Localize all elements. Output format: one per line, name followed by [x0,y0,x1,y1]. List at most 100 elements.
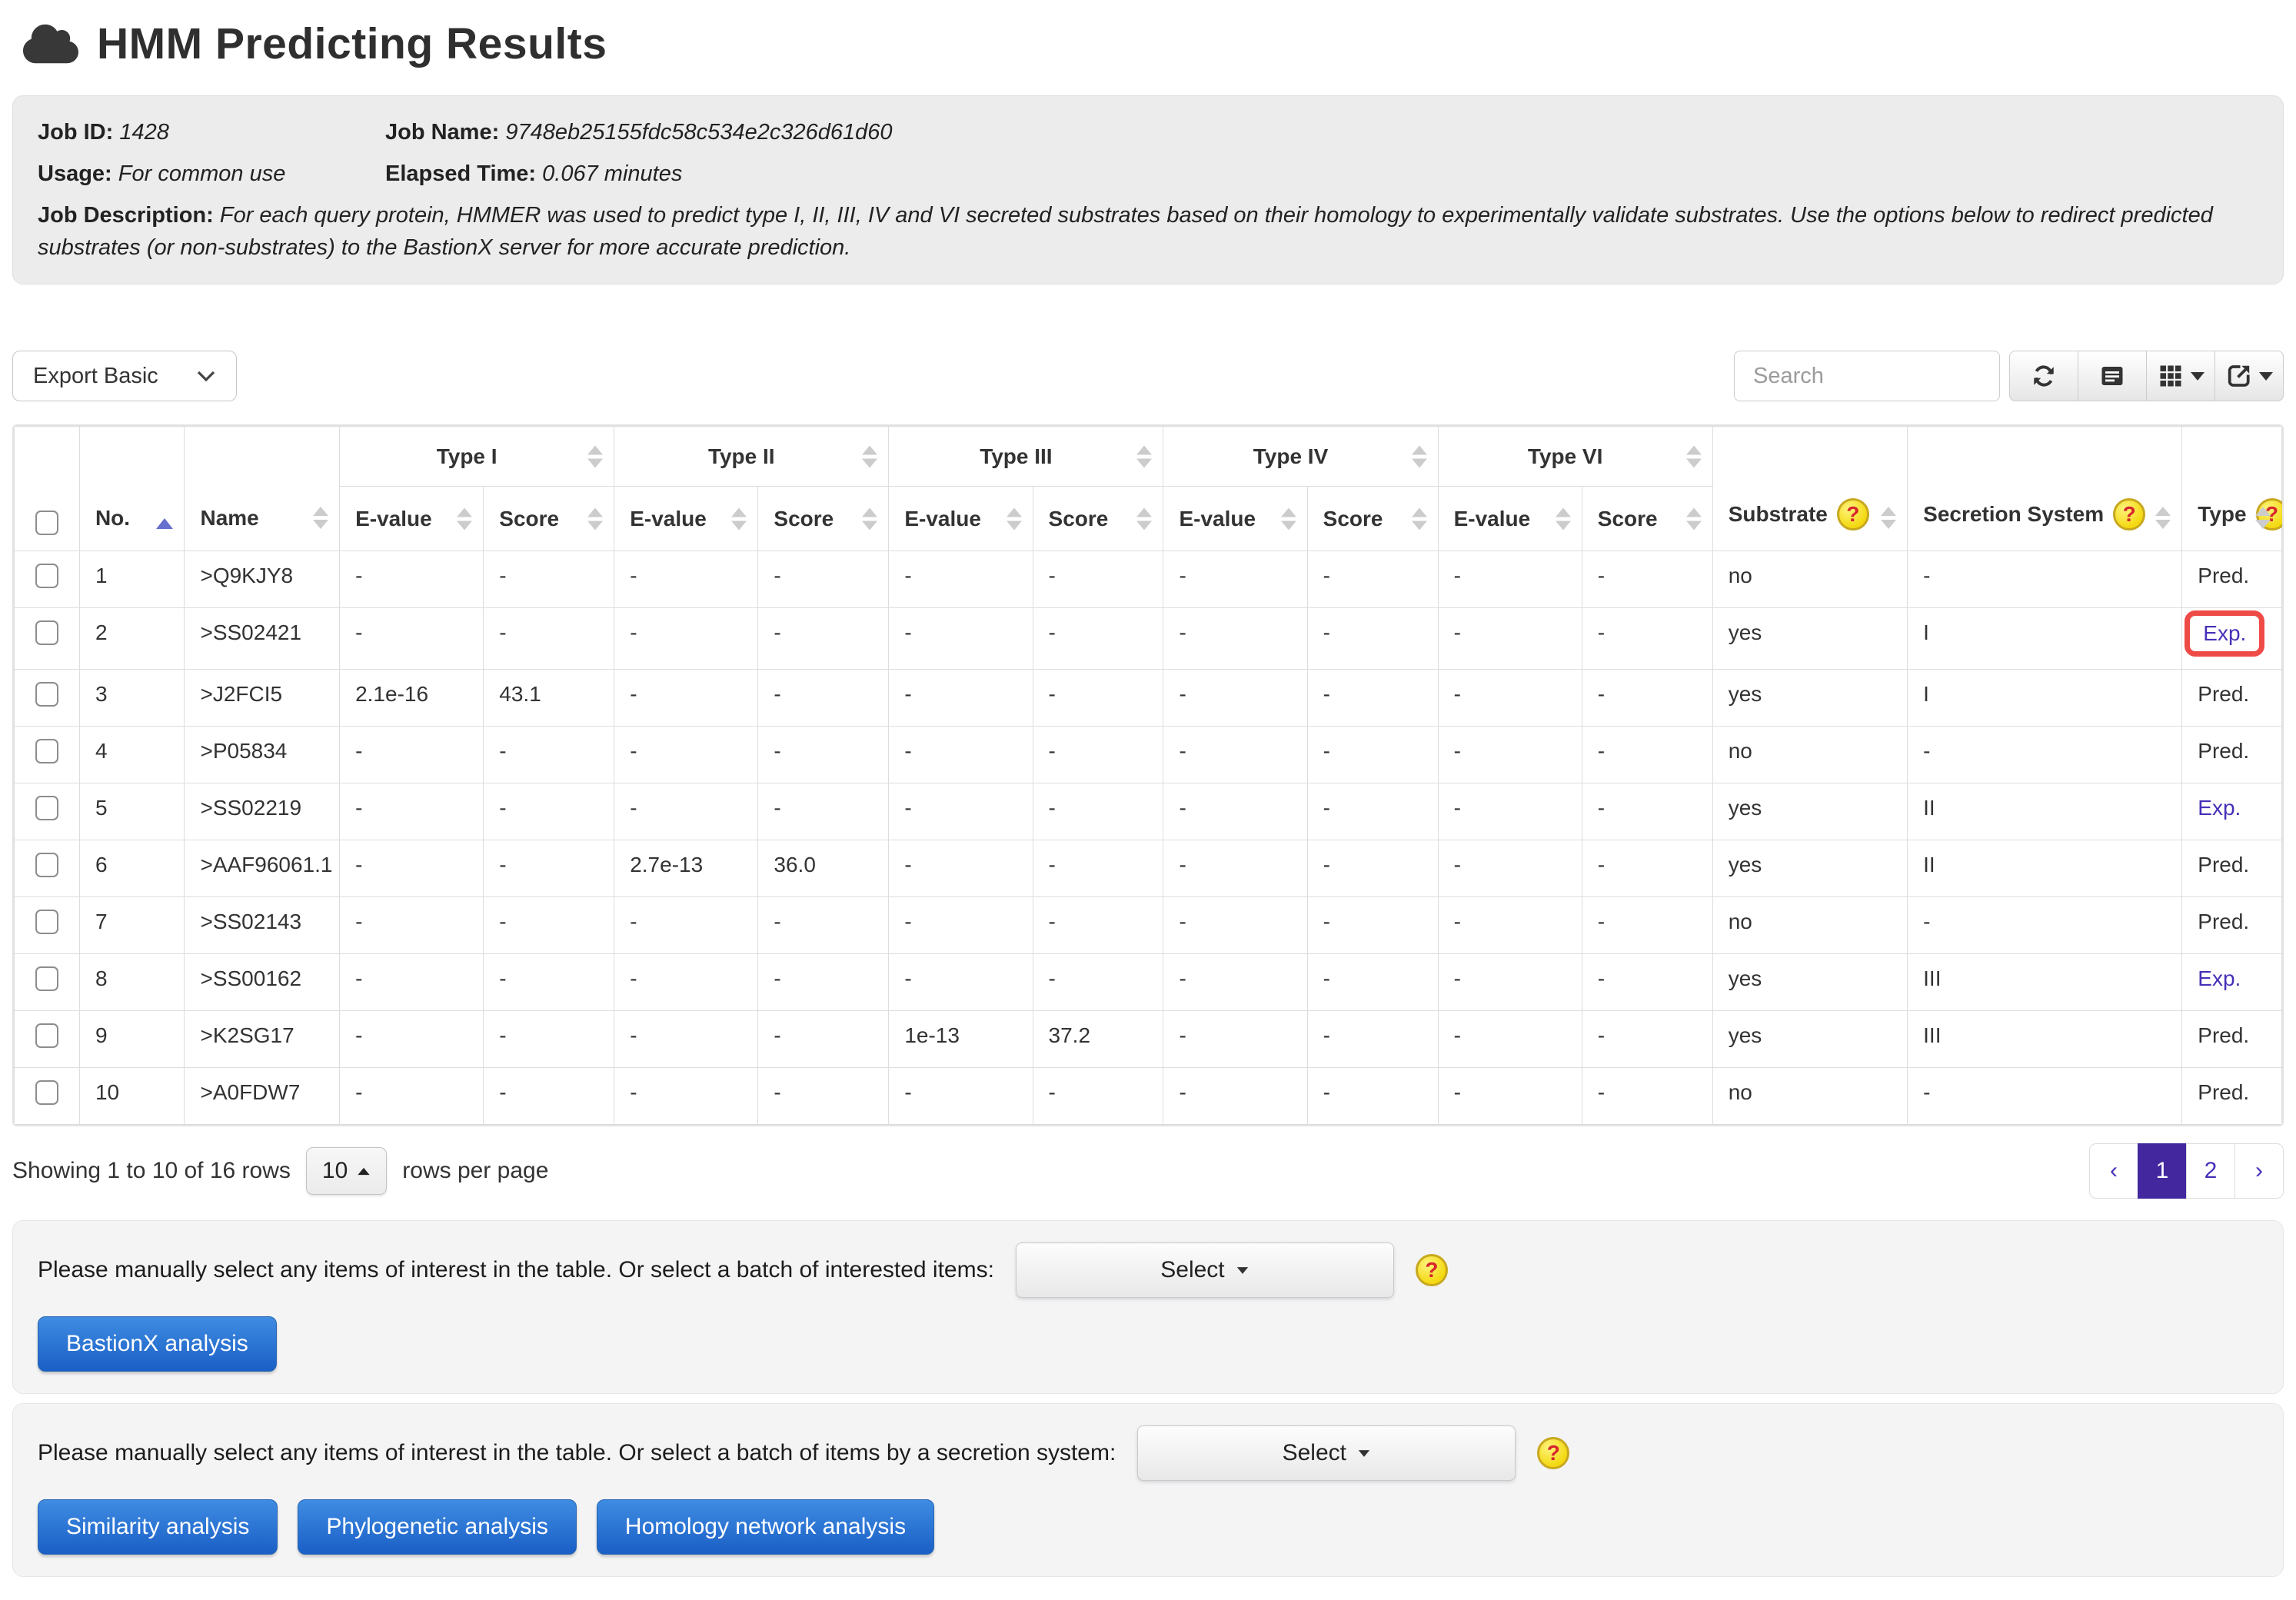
column-group-type-iv[interactable]: Type IV [1163,427,1438,487]
cell-value: - [614,1011,758,1068]
cell-secretion-system: III [1908,954,2182,1011]
row-checkbox[interactable] [35,966,58,991]
column-header-type-i-e-value[interactable]: E-value [340,487,484,551]
secretion-select-row: Please manually select any items of inte… [38,1425,2258,1481]
cell-value: - [889,1068,1033,1125]
row-checkbox[interactable] [35,620,58,645]
cell-substrate: yes [1712,954,1907,1011]
column-header-type-iv-e-value[interactable]: E-value [1163,487,1307,551]
row-checkbox[interactable] [35,682,58,707]
cell-value: - [340,551,484,608]
export-icon [2225,362,2253,390]
refresh-button[interactable] [2009,351,2078,401]
column-header-type-i-score[interactable]: Score [484,487,614,551]
page-2-link[interactable]: 2 [2197,1158,2225,1184]
page-size-button[interactable]: 10 [306,1147,387,1195]
card-view-icon [2098,362,2126,390]
column-header-type-iii-score[interactable]: Score [1033,487,1163,551]
sort-down-icon [1412,521,1427,530]
next-page-link[interactable]: › [2248,1158,2271,1184]
sort-up-icon [1881,507,1896,516]
bastionx-analysis-button[interactable]: BastionX analysis [38,1316,277,1372]
sort-carets-icon [1007,507,1022,530]
homology-network-analysis-button[interactable]: Homology network analysis [597,1499,934,1555]
column-header-type-vi-e-value[interactable]: E-value [1438,487,1582,551]
cell-value: - [1582,670,1712,727]
toggle-view-button[interactable] [2078,351,2147,401]
cell-value: - [1163,608,1307,670]
sort-down-icon [587,458,603,467]
sort-carets-icon [1686,507,1702,530]
type-value: Pred. [2198,739,2249,763]
column-header-secretion-system[interactable]: Secretion System? [1908,427,2182,551]
pagination-page-2[interactable]: 2 [2186,1143,2235,1199]
column-label: E-value [355,507,432,531]
column-group-type-i[interactable]: Type I [340,427,614,487]
table-row: 4>P05834----------no-Pred. [15,727,2282,783]
row-checkbox[interactable] [35,564,58,588]
cell-type: Pred. [2182,1068,2282,1125]
row-select-cell [15,840,80,897]
pagination-next[interactable]: › [2234,1143,2284,1199]
sort-down-icon [1881,520,1896,529]
column-group-type-vi[interactable]: Type VI [1438,427,1712,487]
pagination: ‹ 1 2 › [2089,1143,2284,1199]
type-link[interactable]: Exp. [2203,621,2246,645]
column-group-type-iii[interactable]: Type III [889,427,1163,487]
type-link[interactable]: Exp. [2198,796,2241,820]
column-header-no[interactable]: No. [79,427,185,551]
help-icon[interactable]: ? [1416,1254,1448,1286]
sort-down-icon [1686,521,1702,530]
columns-button[interactable] [2146,351,2215,401]
row-select-cell [15,727,80,783]
row-checkbox[interactable] [35,910,58,934]
export-button[interactable] [2214,351,2284,401]
pagination-prev[interactable]: ‹ [2089,1143,2138,1199]
sort-carets-icon [731,507,747,530]
search-input[interactable] [1734,351,2000,401]
cell-no: 5 [79,783,185,840]
row-checkbox[interactable] [35,1080,58,1105]
column-header-type-ii-e-value[interactable]: E-value [614,487,758,551]
sort-carets-icon [1412,507,1427,530]
row-checkbox[interactable] [35,739,58,763]
column-header-name[interactable]: Name [185,427,340,551]
cell-value: - [1163,783,1307,840]
rows-per-page-label: rows per page [402,1158,548,1184]
column-header-type-iv-score[interactable]: Score [1307,487,1438,551]
help-icon[interactable]: ? [2113,498,2145,531]
phylogenetic-analysis-button[interactable]: Phylogenetic analysis [298,1499,577,1555]
column-header-type-iii-e-value[interactable]: E-value [889,487,1033,551]
help-icon[interactable]: ? [1537,1437,1569,1469]
secretion-system-select[interactable]: Select [1137,1425,1516,1481]
job-info-panel: Job ID: 1428 Job Name: 9748eb25155fdc58c… [12,95,2284,284]
column-header-type-ii-score[interactable]: Score [758,487,889,551]
type-link[interactable]: Exp. [2198,966,2241,990]
help-icon[interactable]: ? [1837,498,1869,531]
highlight-box: Exp. [2185,610,2264,657]
sort-down-icon [2255,520,2271,529]
column-group-type-ii[interactable]: Type II [614,427,889,487]
select-all-checkbox[interactable] [35,511,58,535]
sort-down-icon [1412,458,1427,467]
column-header-substrate[interactable]: Substrate? [1712,427,1907,551]
column-header-type[interactable]: Type? [2182,427,2282,551]
column-label: Score [1049,507,1109,531]
sort-up-icon [2155,507,2171,516]
row-checkbox[interactable] [35,853,58,877]
sort-up-icon [1412,445,1427,454]
prev-page-link[interactable]: ‹ [2102,1158,2125,1184]
batch-items-select[interactable]: Select [1016,1242,1394,1298]
table-footer: Showing 1 to 10 of 16 rows 10 rows per p… [12,1143,2284,1199]
export-select[interactable]: Export Basic [12,351,237,401]
cell-no: 10 [79,1068,185,1125]
sort-up-icon [862,445,877,454]
page-1-link[interactable]: 1 [2148,1158,2177,1184]
pagination-page-1[interactable]: 1 [2138,1143,2187,1199]
column-header-type-vi-score[interactable]: Score [1582,487,1712,551]
row-checkbox[interactable] [35,796,58,820]
similarity-analysis-button[interactable]: Similarity analysis [38,1499,278,1555]
cell-substrate: yes [1712,1011,1907,1068]
row-checkbox[interactable] [35,1023,58,1048]
cell-value: - [1307,954,1438,1011]
